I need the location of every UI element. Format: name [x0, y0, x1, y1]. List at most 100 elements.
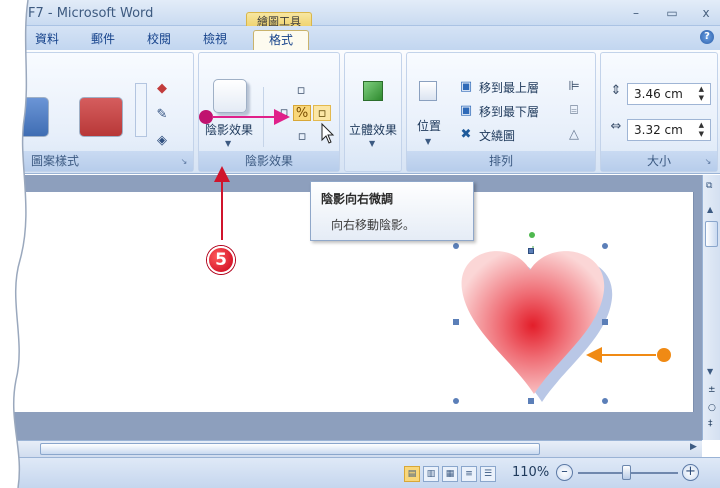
shape-height-input[interactable]: 3.46 cm ▲ ▼	[627, 83, 711, 105]
horizontal-scroll-thumb[interactable]	[40, 443, 540, 455]
text-wrap-button[interactable]: 文繞圖	[479, 127, 515, 144]
shape-style-blue-swatch[interactable]	[5, 97, 49, 137]
zoom-level[interactable]: 110%	[512, 465, 549, 480]
ribbon: ◆ ✎ ◈ 圖案樣式 ↘ 陰影效果 ▼ ▫ ▫ % ▫ ▫ 陰影效果 立體效果 …	[0, 50, 720, 174]
nudge-shadow-right-icon[interactable]: ▫	[313, 105, 331, 121]
nudge-shadow-down-icon[interactable]: ▫	[293, 129, 311, 145]
help-icon[interactable]: ?	[700, 30, 714, 44]
web-layout-icon[interactable]: ▦	[442, 466, 458, 482]
selection-handle[interactable]	[453, 319, 459, 325]
bring-to-front-button[interactable]: 移到最上層	[479, 79, 539, 96]
send-to-back-button[interactable]: 移到最下層	[479, 103, 539, 120]
nudge-shadow-up-icon[interactable]: ▫	[292, 83, 310, 99]
shape-width-input[interactable]: 3.32 cm ▲ ▼	[627, 119, 711, 141]
status-bar: ▤ ▥ ▦ ≡ ☰ 110% – +	[0, 457, 720, 488]
heart-shape[interactable]	[450, 238, 620, 414]
tab-format[interactable]: 格式	[253, 30, 309, 50]
zoom-in-button[interactable]: +	[682, 464, 699, 481]
zoom-slider-thumb[interactable]	[622, 465, 631, 480]
ribbon-tab-row: 資料 郵件 校閱 檢視 格式	[0, 26, 720, 50]
vertical-scrollbar[interactable]: ⧉ ▲ ▼ ± ○ ‡	[702, 175, 720, 440]
tooltip-description: 向右移動陰影。	[331, 218, 416, 232]
heart-fill	[461, 251, 605, 394]
draft-view-icon[interactable]: ☰	[480, 466, 496, 482]
height-spinner-icon[interactable]: ▲ ▼	[699, 85, 704, 103]
size-group-label: 大小	[601, 151, 717, 171]
tab-data[interactable]: 資料	[30, 30, 64, 50]
maximize-button[interactable]: ▭	[660, 4, 684, 22]
rotation-handle[interactable]	[529, 232, 535, 238]
group-icon[interactable]: ⌸	[565, 103, 583, 119]
nudge-shadow-left-icon[interactable]: ▫	[275, 105, 293, 121]
next-page-icon[interactable]: ‡	[708, 419, 713, 429]
shape-width-value: 3.32 cm	[634, 123, 683, 137]
title-bar: F7 - Microsoft Word 繪圖工具 – ▭ x	[0, 0, 720, 28]
shadow-effects-group-label: 陰影效果	[199, 151, 339, 171]
shape-styles-group-label: 圖案樣式	[1, 151, 193, 171]
previous-page-icon[interactable]: ±	[708, 385, 716, 395]
view-buttons: ▤ ▥ ▦ ≡ ☰	[404, 466, 504, 482]
send-to-back-icon[interactable]: ▣	[457, 103, 475, 119]
word-window: F7 - Microsoft Word 繪圖工具 – ▭ x 資料 郵件 校閱 …	[0, 0, 720, 488]
tab-mailings[interactable]: 郵件	[86, 30, 120, 50]
shadow-effects-icon[interactable]	[213, 79, 247, 113]
zoom-out-button[interactable]: –	[556, 464, 573, 481]
size-group: ⇕ 3.46 cm ▲ ▼ ⇔ 3.32 cm ▲ ▼ 大小 ↘	[600, 52, 718, 172]
chevron-down-icon: ▼	[425, 137, 432, 146]
selection-handle[interactable]	[453, 398, 459, 404]
step-number-badge: 5	[207, 246, 235, 274]
shadow-nudge-tooltip: 陰影向右微調 向右移動陰影。	[310, 181, 474, 241]
shape-styles-launcher-icon[interactable]: ↘	[179, 157, 189, 167]
shape-outline-icon[interactable]: ✎	[153, 107, 171, 123]
bring-to-front-icon[interactable]: ▣	[457, 79, 475, 95]
shape-width-icon: ⇔	[610, 119, 622, 134]
tab-review[interactable]: 校閱	[142, 30, 176, 50]
selection-handle[interactable]	[602, 243, 608, 249]
3d-effects-icon[interactable]	[363, 81, 383, 101]
selection-handle[interactable]	[528, 248, 534, 254]
outline-view-icon[interactable]: ≡	[461, 466, 477, 482]
change-shape-icon[interactable]: ◈	[153, 133, 171, 149]
close-button[interactable]: x	[694, 4, 718, 22]
ruler-toggle-icon[interactable]: ⧉	[706, 181, 712, 191]
select-browse-object-icon[interactable]: ○	[708, 403, 716, 413]
text-wrap-icon[interactable]: ✖	[457, 127, 475, 143]
horizontal-scrollbar[interactable]: ▶	[0, 440, 702, 457]
shadow-effects-button[interactable]: 陰影效果	[205, 121, 253, 138]
minimize-button[interactable]: –	[624, 4, 648, 22]
position-icon[interactable]	[419, 81, 437, 101]
align-icon[interactable]: ⊫	[565, 79, 583, 95]
shape-styles-group: ◆ ✎ ◈ 圖案樣式 ↘	[0, 52, 194, 172]
chevron-down-icon: ▼	[369, 139, 376, 148]
selection-handle[interactable]	[602, 398, 608, 404]
style-gallery-scroll[interactable]	[135, 83, 147, 137]
rotate-icon[interactable]: △	[565, 127, 583, 143]
position-button[interactable]: 位置	[417, 117, 441, 134]
divider	[263, 87, 264, 147]
tab-view[interactable]: 檢視	[198, 30, 232, 50]
arrange-group: 位置 ▼ ▣ 移到最上層 ▣ 移到最下層 ✖ 文繞圖 ⊫ ⌸ △ 排列	[406, 52, 596, 172]
scroll-down-icon[interactable]: ▼	[707, 367, 713, 376]
window-title: F7 - Microsoft Word	[28, 6, 154, 21]
selection-handle[interactable]	[528, 398, 534, 404]
full-screen-reading-icon[interactable]: ▥	[423, 466, 439, 482]
3d-effects-button[interactable]: 立體效果	[349, 121, 397, 138]
shape-fill-icon[interactable]: ◆	[153, 81, 171, 97]
width-spinner-icon[interactable]: ▲ ▼	[699, 121, 704, 139]
3d-effects-group: 立體效果 ▼	[344, 52, 402, 172]
arrange-group-label: 排列	[407, 151, 595, 171]
scroll-up-icon[interactable]: ▲	[707, 205, 713, 214]
shape-height-value: 3.46 cm	[634, 87, 683, 101]
vertical-scroll-thumb[interactable]	[705, 221, 718, 247]
print-layout-icon[interactable]: ▤	[404, 466, 420, 482]
shadow-toggle-icon[interactable]: %	[293, 105, 311, 121]
selection-handle[interactable]	[602, 319, 608, 325]
shape-height-icon: ⇕	[610, 83, 622, 98]
shape-style-red-swatch[interactable]	[79, 97, 123, 137]
shadow-effects-group: 陰影效果 ▼ ▫ ▫ % ▫ ▫ 陰影效果	[198, 52, 340, 172]
size-launcher-icon[interactable]: ↘	[703, 157, 713, 167]
selection-handle[interactable]	[453, 243, 459, 249]
tooltip-title: 陰影向右微調	[321, 192, 394, 206]
chevron-down-icon: ▼	[225, 139, 232, 148]
scroll-right-icon[interactable]: ▶	[690, 442, 697, 452]
